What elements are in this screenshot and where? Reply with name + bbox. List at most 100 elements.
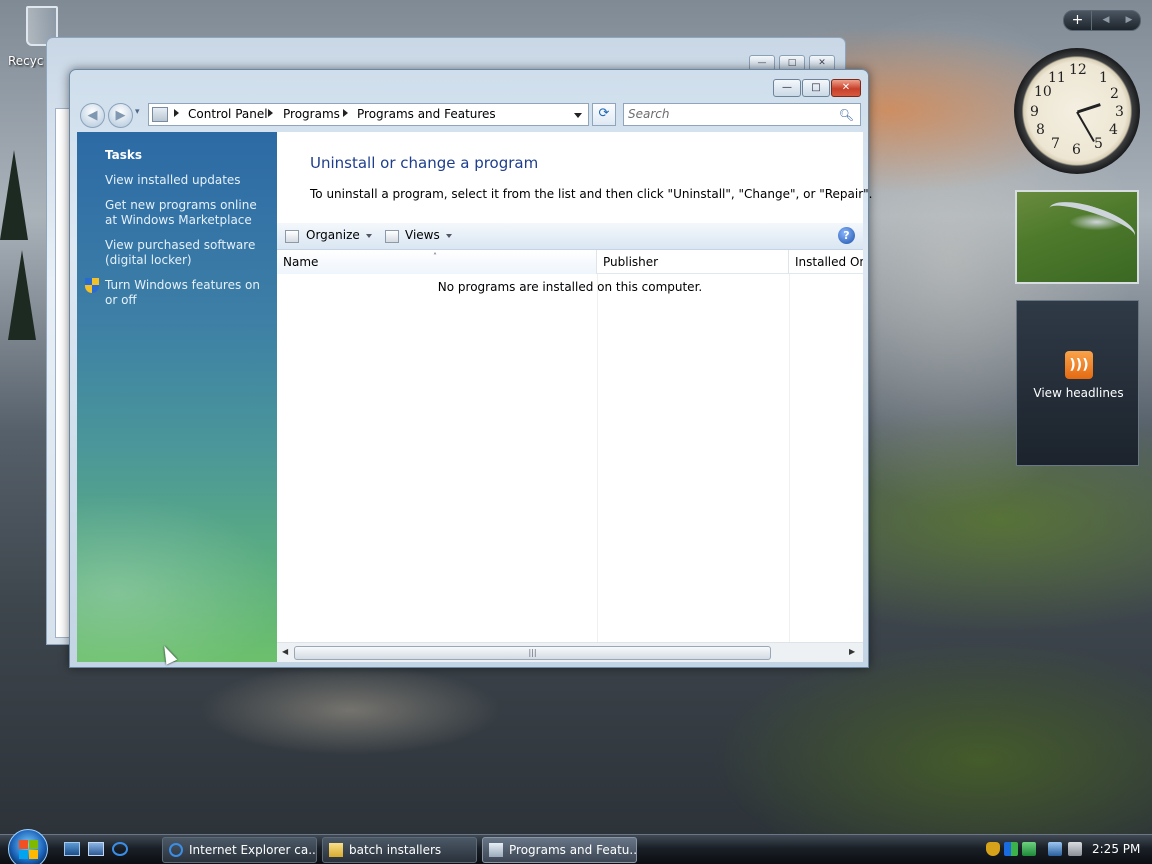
- clock-number: 10: [1034, 84, 1052, 100]
- column-header-installed-on[interactable]: Installed On: [789, 250, 863, 274]
- breadcrumb-programs[interactable]: Programs: [283, 107, 340, 121]
- clock-number: 8: [1036, 122, 1045, 138]
- column-header-publisher[interactable]: Publisher: [597, 250, 789, 274]
- sidebar-prev-icon[interactable]: ◀: [1094, 11, 1118, 30]
- clock-number: 11: [1048, 70, 1066, 86]
- windows-marketplace-link[interactable]: Get new programs online at Windows Marke…: [105, 198, 267, 228]
- rss-icon: ))): [1065, 351, 1093, 379]
- views-label: Views: [405, 228, 440, 242]
- clock-number: 12: [1069, 62, 1087, 78]
- column-label: Installed On: [795, 255, 863, 269]
- network-icon[interactable]: [1022, 842, 1036, 856]
- show-desktop-icon[interactable]: [64, 842, 80, 856]
- display-icon[interactable]: [1048, 842, 1062, 856]
- clock-hour-hand: [1077, 103, 1101, 114]
- control-panel-icon: [489, 843, 503, 857]
- breadcrumb-programs-and-features[interactable]: Programs and Features: [357, 107, 496, 121]
- refresh-button[interactable]: ⟳: [592, 103, 616, 126]
- switch-windows-icon[interactable]: [88, 842, 104, 856]
- tasks-heading: Tasks: [105, 148, 143, 162]
- view-installed-updates-link[interactable]: View installed updates: [105, 173, 267, 188]
- taskbar-item-internet-explorer[interactable]: Internet Explorer ca...: [162, 837, 317, 863]
- column-label: Name: [283, 255, 319, 269]
- maximize-button[interactable]: □: [802, 79, 830, 97]
- column-header-name[interactable]: Name ˄: [277, 250, 597, 274]
- breadcrumb-separator-icon[interactable]: [343, 109, 348, 117]
- control-panel-icon: [152, 107, 168, 122]
- recycle-bin-label: Recyc: [8, 54, 44, 68]
- minimize-button[interactable]: —: [773, 79, 801, 97]
- internet-explorer-icon[interactable]: [112, 842, 128, 856]
- content-pane: Uninstall or change a program To uninsta…: [277, 132, 873, 662]
- sidebar-next-icon[interactable]: ▶: [1117, 11, 1141, 30]
- page-title: Uninstall or change a program: [310, 154, 539, 172]
- address-dropdown-icon[interactable]: [574, 113, 582, 118]
- tree-silhouette: [0, 150, 28, 240]
- tree-silhouette: [8, 250, 36, 340]
- clock-minute-hand: [1076, 111, 1095, 142]
- internet-explorer-icon: [169, 843, 183, 857]
- clock-number: 2: [1110, 86, 1119, 102]
- clock-number: 1: [1099, 70, 1108, 86]
- column-headers: Name ˄ Publisher Installed On: [277, 250, 863, 274]
- column-label: Publisher: [603, 255, 659, 269]
- views-icon: [385, 230, 399, 243]
- sidebar-controls: + ◀ ▶: [1063, 10, 1141, 31]
- organize-label: Organize: [306, 228, 360, 242]
- clock-number: 9: [1030, 104, 1039, 120]
- digital-locker-link[interactable]: View purchased software (digital locker): [105, 238, 267, 268]
- scroll-left-icon[interactable]: ◀: [282, 647, 288, 656]
- taskbar: Internet Explorer ca... batch installers…: [0, 829, 1152, 864]
- feed-headlines-gadget[interactable]: ))) View headlines: [1016, 300, 1139, 466]
- folder-icon: [329, 843, 343, 857]
- windows-logo-icon: [19, 840, 28, 849]
- organize-button[interactable]: Organize: [306, 228, 372, 242]
- back-button[interactable]: ◀: [80, 103, 105, 128]
- windows-update-icon[interactable]: [1004, 842, 1018, 856]
- help-icon[interactable]: ?: [838, 227, 855, 244]
- taskbar-item-batch-installers[interactable]: batch installers: [322, 837, 477, 863]
- address-bar[interactable]: Control Panel Programs Programs and Feat…: [148, 103, 589, 126]
- clock-number: 5: [1094, 136, 1103, 152]
- tasks-pane: Tasks View installed updates Get new pro…: [77, 132, 277, 662]
- scrollbar-thumb[interactable]: |||: [294, 646, 771, 660]
- command-bar: Organize Views ?: [277, 223, 863, 250]
- programs-features-window[interactable]: — □ ✕ ◀ ▶ ▾ Control Panel Programs Progr…: [69, 69, 873, 668]
- taskbar-item-programs-and-features[interactable]: Programs and Featu...: [482, 837, 637, 863]
- organize-icon: [285, 230, 299, 243]
- taskbar-item-label: Internet Explorer ca...: [189, 843, 317, 857]
- scroll-right-icon[interactable]: ▶: [849, 647, 855, 656]
- forward-button[interactable]: ▶: [108, 103, 133, 128]
- empty-list-message: No programs are installed on this comput…: [437, 280, 703, 294]
- slideshow-gadget[interactable]: [1015, 190, 1140, 284]
- stream-image: [1044, 193, 1140, 251]
- breadcrumb-control-panel[interactable]: Control Panel: [188, 107, 268, 121]
- start-button[interactable]: [8, 829, 48, 864]
- clock-gadget[interactable]: 12 1 2 3 4 5 6 7 8 9 10 11: [1014, 48, 1140, 174]
- recent-pages-dropdown[interactable]: ▾: [135, 107, 140, 117]
- sort-ascending-icon: ˄: [433, 252, 437, 261]
- horizontal-scrollbar[interactable]: ◀ ||| ▶: [277, 642, 863, 662]
- windows-features-link[interactable]: Turn Windows features on or off: [105, 278, 267, 308]
- page-description: To uninstall a program, select it from t…: [310, 187, 873, 201]
- chevron-down-icon: [445, 233, 452, 238]
- add-gadget-button[interactable]: +: [1064, 11, 1092, 30]
- search-box[interactable]: 🔍︎: [623, 103, 861, 126]
- security-shield-icon[interactable]: [986, 842, 1000, 856]
- volume-muted-icon[interactable]: [1068, 842, 1082, 856]
- column-divider: [597, 274, 598, 642]
- uac-shield-icon: [85, 278, 99, 293]
- breadcrumb-separator-icon[interactable]: [174, 109, 179, 117]
- search-input[interactable]: [628, 107, 828, 121]
- taskbar-clock[interactable]: 2:25 PM: [1092, 842, 1140, 856]
- clock-number: 6: [1072, 142, 1081, 158]
- chevron-down-icon: [365, 233, 372, 238]
- search-icon[interactable]: 🔍︎: [839, 108, 854, 122]
- breadcrumb-separator-icon[interactable]: [268, 109, 273, 117]
- view-headlines-label[interactable]: View headlines: [1017, 386, 1140, 400]
- column-divider: [789, 274, 790, 642]
- clock-number: 4: [1109, 122, 1118, 138]
- taskbar-item-label: Programs and Featu...: [509, 843, 637, 857]
- close-button[interactable]: ✕: [831, 79, 861, 97]
- views-button[interactable]: Views: [405, 228, 452, 242]
